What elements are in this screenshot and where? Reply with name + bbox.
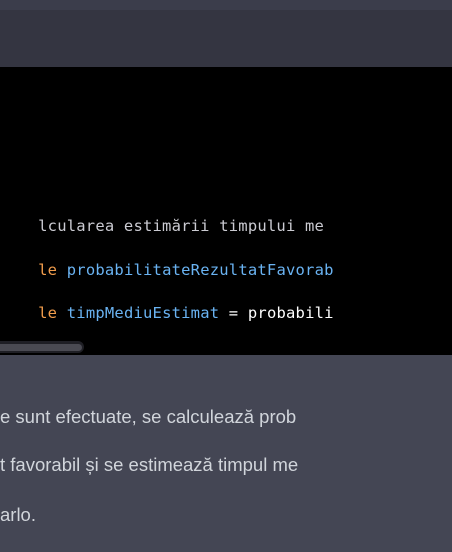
- horizontal-scrollbar[interactable]: [0, 341, 84, 353]
- top-bar: [0, 0, 452, 10]
- code-keyword: le: [38, 261, 67, 279]
- code-identifier: probabilitateRezultatFavorab: [66, 261, 334, 279]
- code-comment: lcularea estimării timpului me: [38, 217, 325, 235]
- paragraph-line: e sunt efectuate, se calculează prob: [0, 406, 297, 427]
- code-line-assignment: le timpMediuEstimat = probabili: [0, 280, 334, 346]
- code-block-header: [0, 10, 452, 67]
- code-block: lcularea estimării timpului me le probab…: [0, 67, 452, 355]
- code-expression: probabili: [247, 304, 334, 322]
- paragraph-line: t favorabil și se estimează timpul me: [0, 454, 299, 475]
- scrollbar-thumb[interactable]: [0, 344, 82, 351]
- paragraph-line: arlo.: [0, 504, 36, 525]
- code-operator: =: [219, 304, 248, 322]
- code-keyword: le: [38, 304, 67, 322]
- code-identifier: timpMediuEstimat: [66, 304, 220, 322]
